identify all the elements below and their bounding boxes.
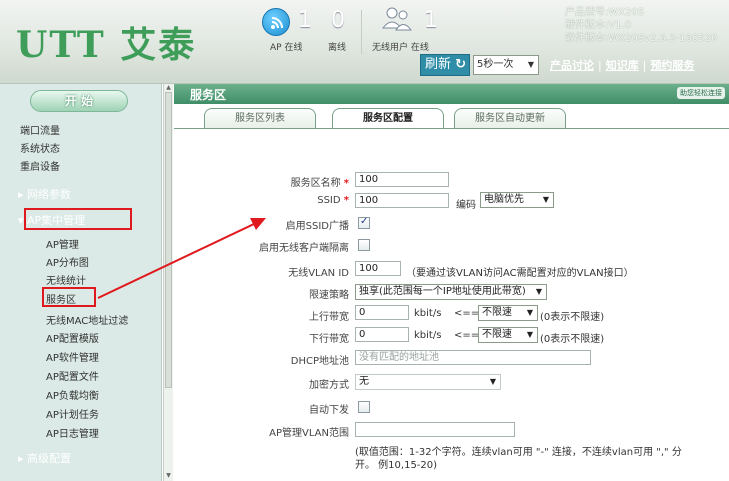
sidebar-item-ap-schedule[interactable]: AP计划任务 bbox=[46, 406, 99, 421]
scroll-up-icon[interactable]: ▲ bbox=[165, 84, 172, 91]
dhcp-pool-label: DHCP地址池 bbox=[290, 356, 349, 367]
encryption-label: 加密方式 bbox=[309, 380, 349, 391]
page-titlebar: 服务区 助您轻松连接 bbox=[174, 84, 729, 104]
sidebar-item-ap-manage[interactable]: AP管理 bbox=[46, 236, 79, 251]
highlight-box-service-zone bbox=[42, 287, 96, 307]
sidebar-item-system-status[interactable]: 系统状态 bbox=[20, 140, 60, 155]
sidebar-item-port-traffic[interactable]: 端口流量 bbox=[20, 122, 60, 137]
link-knowledge-base[interactable]: 知识库 bbox=[602, 59, 643, 72]
product-model: 产品型号:WX20S bbox=[565, 7, 645, 18]
main-panel: 服务区 助您轻松连接 服务区列表 服务区配置 服务区自动更新 服务区名称 * 1… bbox=[174, 84, 729, 481]
encoding-label: 编码 bbox=[456, 200, 476, 211]
refresh-button[interactable]: 刷新 ↻ bbox=[420, 54, 470, 76]
zone-name-label: 服务区名称 * bbox=[290, 178, 349, 189]
upstream-label: 上行带宽 bbox=[309, 312, 349, 323]
sidebar-item-wireless-stats[interactable]: 无线统计 bbox=[46, 272, 86, 287]
zone-name-input[interactable]: 100 bbox=[355, 172, 449, 187]
users-icon bbox=[380, 6, 416, 37]
downstream-arrow: <== bbox=[454, 330, 480, 341]
ap-vlan-range-note-2: 开。 例10,15-20) bbox=[355, 460, 438, 471]
help-badge[interactable]: 助您轻松连接 bbox=[677, 87, 725, 99]
upstream-arrow: <== bbox=[454, 308, 480, 319]
refresh-icon: ↻ bbox=[455, 57, 467, 72]
tab-underline bbox=[174, 128, 729, 129]
utt-logo: UTT 艾泰 bbox=[16, 24, 197, 66]
client-isolation-checkbox[interactable] bbox=[358, 239, 370, 251]
sidebar-item-ap-log[interactable]: AP日志管理 bbox=[46, 425, 99, 440]
chevron-down-icon: ▼ bbox=[542, 195, 549, 204]
top-links: 产品讨论 | 知识库 | 预约服务 bbox=[546, 57, 698, 73]
link-product-discussion[interactable]: 产品讨论 bbox=[546, 59, 598, 72]
downstream-preset-select[interactable]: 不限速 ▼ bbox=[478, 327, 538, 343]
dhcp-pool-field[interactable]: 没有匹配的地址池 bbox=[355, 350, 591, 365]
upstream-preset-select[interactable]: 不限速 ▼ bbox=[478, 305, 538, 321]
ssid-broadcast-checkbox[interactable] bbox=[358, 216, 370, 229]
vlan-id-label: 无线VLAN ID bbox=[288, 268, 349, 279]
encoding-select[interactable]: 电脑优先 ▼ bbox=[480, 192, 554, 208]
refresh-interval-select[interactable]: 5秒一次 ▼ bbox=[473, 55, 539, 75]
highlight-box-ap-management bbox=[24, 208, 132, 230]
rate-policy-select[interactable]: 独享(此范围每一个IP地址使用此带宽) ▼ bbox=[355, 284, 547, 300]
chevron-down-icon: ▼ bbox=[535, 287, 542, 296]
ap-vlan-range-label: AP管理VLAN范围 bbox=[269, 428, 349, 439]
vlan-note: （要通过该VLAN访问AC需配置对应的VLAN接口） bbox=[406, 268, 634, 279]
downstream-unit: kbit/s bbox=[414, 330, 442, 341]
sidebar-item-mac-filter[interactable]: 无线MAC地址过滤 bbox=[46, 312, 128, 327]
software-version: 软件版本:WX20Sv2.6.3-160520 bbox=[565, 33, 718, 44]
chevron-down-icon: ▼ bbox=[489, 377, 496, 386]
sidebar-item-ap-load-balance[interactable]: AP负载均衡 bbox=[46, 387, 99, 402]
upstream-zero-note: (0表示不限速) bbox=[540, 312, 605, 323]
wireless-users-caption: 无线用户 在线 bbox=[372, 43, 429, 53]
upstream-unit: kbit/s bbox=[414, 308, 442, 319]
auto-deliver-label: 自动下发 bbox=[309, 405, 349, 416]
ssid-label: SSID * bbox=[317, 195, 349, 206]
sidebar-item-ap-software[interactable]: AP软件管理 bbox=[46, 349, 99, 364]
downstream-label: 下行带宽 bbox=[309, 334, 349, 345]
client-isolation-label: 启用无线客户端隔离 bbox=[259, 243, 349, 254]
link-book-service[interactable]: 预约服务 bbox=[646, 59, 698, 72]
downstream-zero-note: (0表示不限速) bbox=[540, 334, 605, 345]
ap-vlan-range-input[interactable] bbox=[355, 422, 515, 437]
chevron-down-icon: ▼ bbox=[526, 330, 533, 339]
sidebar-item-ap-map[interactable]: AP分布图 bbox=[46, 254, 89, 269]
chevron-down-icon: ▼ bbox=[526, 308, 533, 317]
start-button[interactable]: 开 始 bbox=[30, 90, 128, 112]
tab-zone-config[interactable]: 服务区配置 bbox=[332, 108, 444, 129]
ap-online-stat[interactable]: 1 bbox=[298, 8, 312, 33]
product-info: 产品型号:WX20S 硬件版本:V1.0 软件版本:WX20Sv2.6.3-16… bbox=[565, 6, 717, 45]
tab-zone-list[interactable]: 服务区列表 bbox=[204, 108, 316, 128]
sidebar-group-advanced[interactable]: ▸ 高级配置 bbox=[18, 450, 71, 466]
sidebar: 开 始 端口流量 系统状态 重启设备 ▸ 网络参数 ▾ AP集中管理 AP管理 … bbox=[0, 84, 162, 481]
header-divider bbox=[361, 10, 362, 54]
ap-offline-stat[interactable]: 0 bbox=[331, 8, 345, 33]
upstream-input[interactable]: 0 bbox=[355, 305, 409, 320]
header: UTT 艾泰 1 AP 在线 0 离线 1 无线用户 在线 产品型号:WX20S… bbox=[0, 0, 729, 84]
ssid-input[interactable]: 100 bbox=[355, 193, 449, 208]
wireless-users-stat[interactable]: 1 bbox=[424, 8, 438, 33]
ap-wifi-icon bbox=[262, 8, 290, 36]
chevron-down-icon: ▼ bbox=[527, 60, 534, 69]
encryption-select[interactable]: 无 ▼ bbox=[355, 374, 501, 390]
rate-policy-label: 限速策略 bbox=[309, 290, 349, 301]
hardware-version: 硬件版本:V1.0 bbox=[565, 20, 632, 31]
scroll-down-icon[interactable]: ▼ bbox=[165, 472, 172, 479]
sidebar-item-reboot[interactable]: 重启设备 bbox=[20, 158, 60, 173]
scrollbar-thumb[interactable] bbox=[165, 92, 172, 388]
sidebar-item-ap-config-file[interactable]: AP配置文件 bbox=[46, 368, 99, 383]
sidebar-group-network[interactable]: ▸ 网络参数 bbox=[18, 186, 71, 202]
vlan-id-input[interactable]: 100 bbox=[355, 261, 401, 276]
ssid-broadcast-label: 启用SSID广播 bbox=[285, 221, 349, 232]
downstream-input[interactable]: 0 bbox=[355, 327, 409, 342]
sidebar-scrollbar[interactable]: ▲ ▼ bbox=[163, 84, 173, 481]
tab-zone-auto-update[interactable]: 服务区自动更新 bbox=[454, 108, 566, 128]
ap-offline-caption: 离线 bbox=[328, 43, 347, 53]
page-title: 服务区 bbox=[190, 88, 227, 102]
sidebar-item-ap-template[interactable]: AP配置模版 bbox=[46, 330, 99, 345]
ap-online-caption: AP 在线 bbox=[270, 43, 303, 53]
auto-deliver-checkbox[interactable] bbox=[358, 401, 370, 413]
